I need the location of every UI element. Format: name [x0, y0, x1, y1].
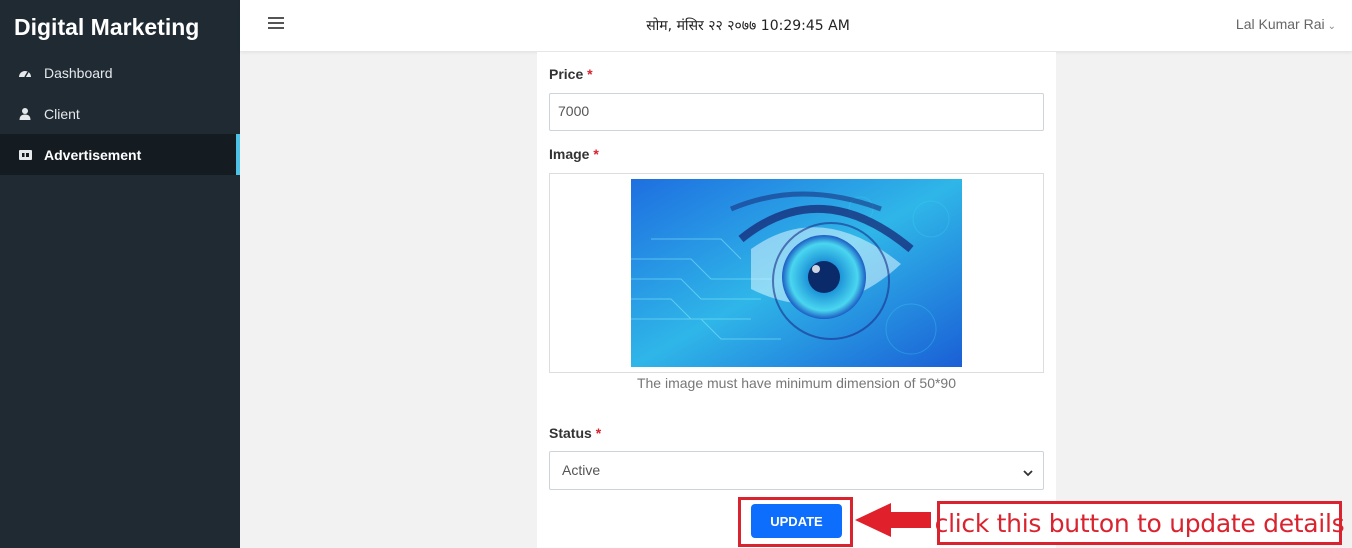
status-selected-value: Active — [562, 462, 601, 478]
sidebar-item-advertisement[interactable]: Advertisement — [0, 134, 240, 175]
ad-icon — [18, 148, 32, 162]
user-icon — [18, 107, 32, 121]
price-input[interactable]: 7000 — [549, 93, 1044, 131]
annotation-callout: click this button to update details — [935, 501, 1345, 545]
sidebar-item-label: Dashboard — [44, 64, 113, 81]
status-select[interactable]: Active — [549, 451, 1044, 490]
user-menu[interactable]: Lal Kumar Rai ⌄ — [1236, 16, 1336, 32]
dashboard-icon — [18, 66, 32, 80]
edit-advertisement-form: Price * 7000 Image * The image must have… — [537, 52, 1056, 548]
brand-title: Digital Marketing — [14, 14, 200, 40]
sidebar-item-dashboard[interactable]: Dashboard — [0, 52, 240, 93]
image-upload[interactable] — [549, 173, 1044, 373]
status-label: Status * — [549, 425, 602, 441]
sidebar-item-label: Client — [44, 105, 80, 122]
arrow-left-icon — [855, 503, 931, 537]
advertisement-image — [631, 179, 962, 367]
chevron-down-icon: ⌄ — [1327, 21, 1336, 32]
update-button[interactable]: UPDATE — [751, 504, 842, 538]
chevron-down-icon — [1023, 465, 1033, 477]
sidebar: Digital Marketing Dashboard Client Adver… — [0, 0, 240, 548]
price-label: Price * — [549, 66, 593, 82]
image-hint: The image must have minimum dimension of… — [636, 375, 957, 391]
current-datetime: सोम, मंसिर २२ २०७७ 10:29:45 AM — [646, 18, 850, 34]
image-label: Image * — [549, 146, 599, 162]
topbar: सोम, मंसिर २२ २०७७ 10:29:45 AM Lal Kumar… — [240, 0, 1352, 52]
sidebar-item-client[interactable]: Client — [0, 93, 240, 134]
user-name: Lal Kumar Rai — [1235, 16, 1325, 32]
sidebar-item-label: Advertisement — [44, 146, 142, 163]
